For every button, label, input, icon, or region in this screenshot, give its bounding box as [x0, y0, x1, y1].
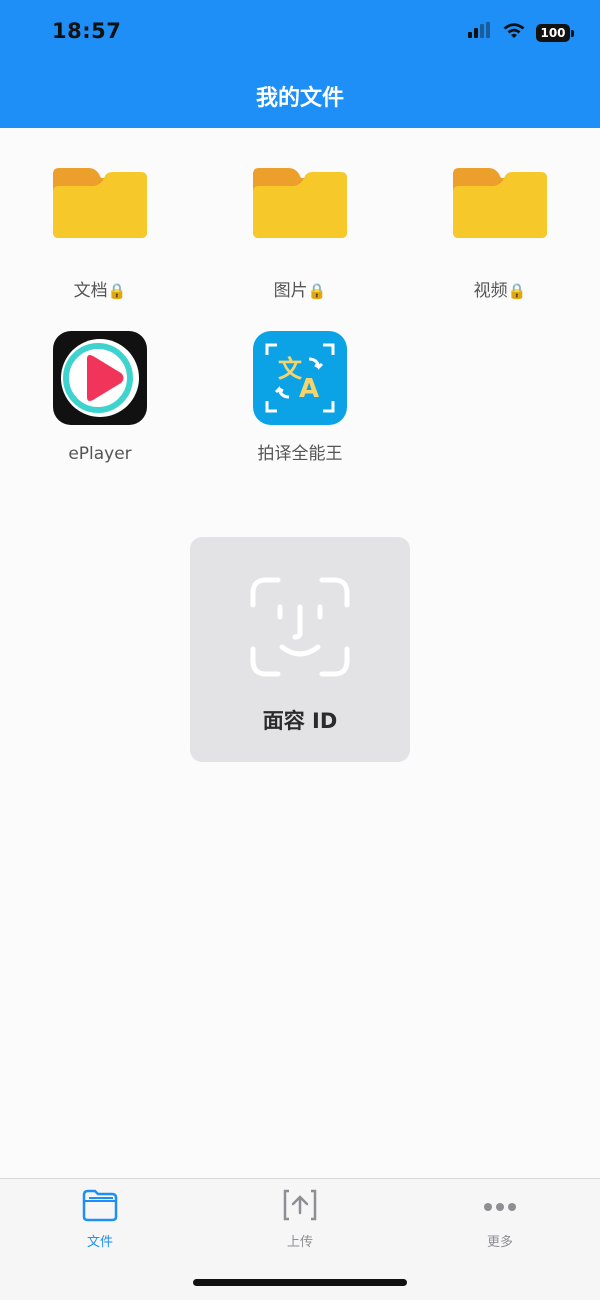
wifi-icon [502, 22, 526, 44]
folder-item-documents[interactable]: 文档🔒 [10, 168, 190, 302]
translate-app-icon: 文 A [253, 331, 347, 425]
folder-label: 图片🔒 [273, 281, 327, 301]
tab-label: 更多 [486, 1235, 513, 1250]
status-time: 18:57 [52, 19, 122, 43]
tab-files[interactable]: 文件 [40, 1187, 160, 1250]
app-label: ePlayer [68, 444, 132, 464]
face-id-label: 面容 ID [262, 709, 338, 733]
page-title: 我的文件 [255, 86, 344, 111]
app-icon-wrap [53, 331, 147, 425]
home-indicator[interactable] [193, 1279, 407, 1286]
folder-icon [253, 168, 347, 262]
tab-upload[interactable]: 上传 [240, 1187, 360, 1250]
more-tab-icon [481, 1203, 519, 1227]
eplayer-app-icon [53, 331, 147, 425]
app-item-translate[interactable]: 文 A 拍译全能王 [210, 331, 390, 465]
face-id-icon [250, 577, 350, 681]
folder-icon [453, 168, 547, 262]
face-id-prompt: 面容 ID [190, 537, 410, 762]
folder-label: 文档🔒 [73, 281, 127, 301]
app-icon-wrap: 文 A [253, 331, 347, 425]
folder-icon [53, 168, 147, 262]
upload-tab-icon [281, 1189, 319, 1227]
folder-item-pictures[interactable]: 图片🔒 [210, 168, 390, 302]
lock-icon: 🔒 [107, 282, 127, 300]
app-label: 拍译全能王 [257, 444, 343, 464]
tab-label: 文件 [86, 1235, 113, 1250]
lock-icon: 🔒 [507, 282, 527, 300]
battery-icon: 100 [536, 24, 574, 42]
svg-text:A: A [299, 374, 319, 404]
tab-label: 上传 [286, 1235, 313, 1250]
app-header: 18:57 100 我的文件 [0, 0, 600, 128]
cellular-signal-icon [468, 22, 492, 44]
status-icons: 100 [468, 22, 574, 44]
folder-tab-icon [81, 1189, 119, 1227]
app-item-eplayer[interactable]: ePlayer [10, 331, 190, 465]
tab-more[interactable]: 更多 [440, 1187, 560, 1250]
folder-item-videos[interactable]: 视频🔒 [410, 168, 590, 302]
folder-label: 视频🔒 [473, 281, 527, 301]
lock-icon: 🔒 [307, 282, 327, 300]
